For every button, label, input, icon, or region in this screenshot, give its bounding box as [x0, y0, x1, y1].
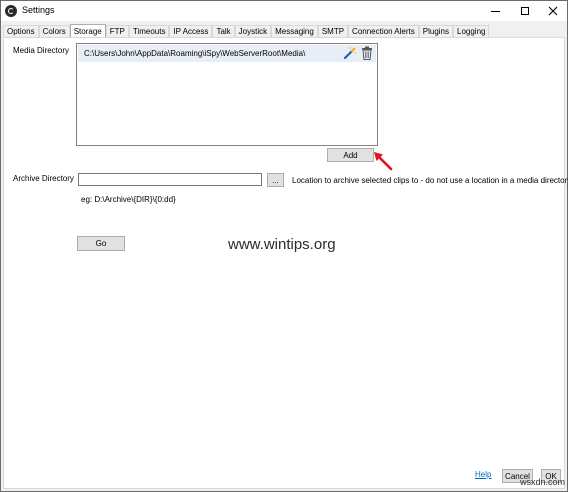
media-path-text: C:\Users\John\AppData\Roaming\iSpy\WebSe…	[84, 49, 306, 58]
red-arrow-icon	[374, 152, 393, 171]
maximize-button[interactable]	[511, 1, 539, 21]
settings-window: Settings Options Colors Storage FTP Time…	[0, 0, 568, 492]
brand-watermark: wsxdn.com	[520, 477, 566, 487]
archive-hint-text: Location to archive selected clips to - …	[292, 176, 568, 185]
media-directory-label: Media Directory	[13, 46, 70, 55]
watermark-text: www.wintips.org	[228, 236, 336, 253]
add-button[interactable]: Add	[327, 148, 374, 162]
minimize-icon	[490, 10, 500, 12]
browse-button[interactable]: ...	[267, 173, 284, 187]
list-item[interactable]: C:\Users\John\AppData\Roaming\iSpy\WebSe…	[78, 45, 376, 62]
edit-wand-icon[interactable]	[343, 46, 357, 60]
go-button[interactable]: Go	[77, 236, 125, 251]
close-icon	[548, 6, 558, 16]
title-bar: Settings	[1, 1, 567, 21]
media-directory-list[interactable]: C:\Users\John\AppData\Roaming\iSpy\WebSe…	[76, 43, 378, 146]
tab-strip: Options Colors Storage FTP Timeouts IP A…	[3, 24, 490, 38]
tab-storage[interactable]: Storage	[69, 24, 106, 38]
archive-directory-input[interactable]	[78, 173, 262, 186]
app-icon	[5, 5, 17, 17]
close-button[interactable]	[539, 1, 567, 21]
maximize-icon	[521, 7, 529, 15]
trash-icon[interactable]	[361, 46, 373, 60]
window-title: Settings	[22, 5, 55, 15]
archive-directory-label: Archive Directory	[13, 174, 74, 183]
archive-example-text: eg: D:\Archive\{DIR}\{0:dd}	[81, 195, 176, 204]
minimize-button[interactable]	[481, 1, 509, 21]
help-link[interactable]: Help	[475, 470, 491, 479]
